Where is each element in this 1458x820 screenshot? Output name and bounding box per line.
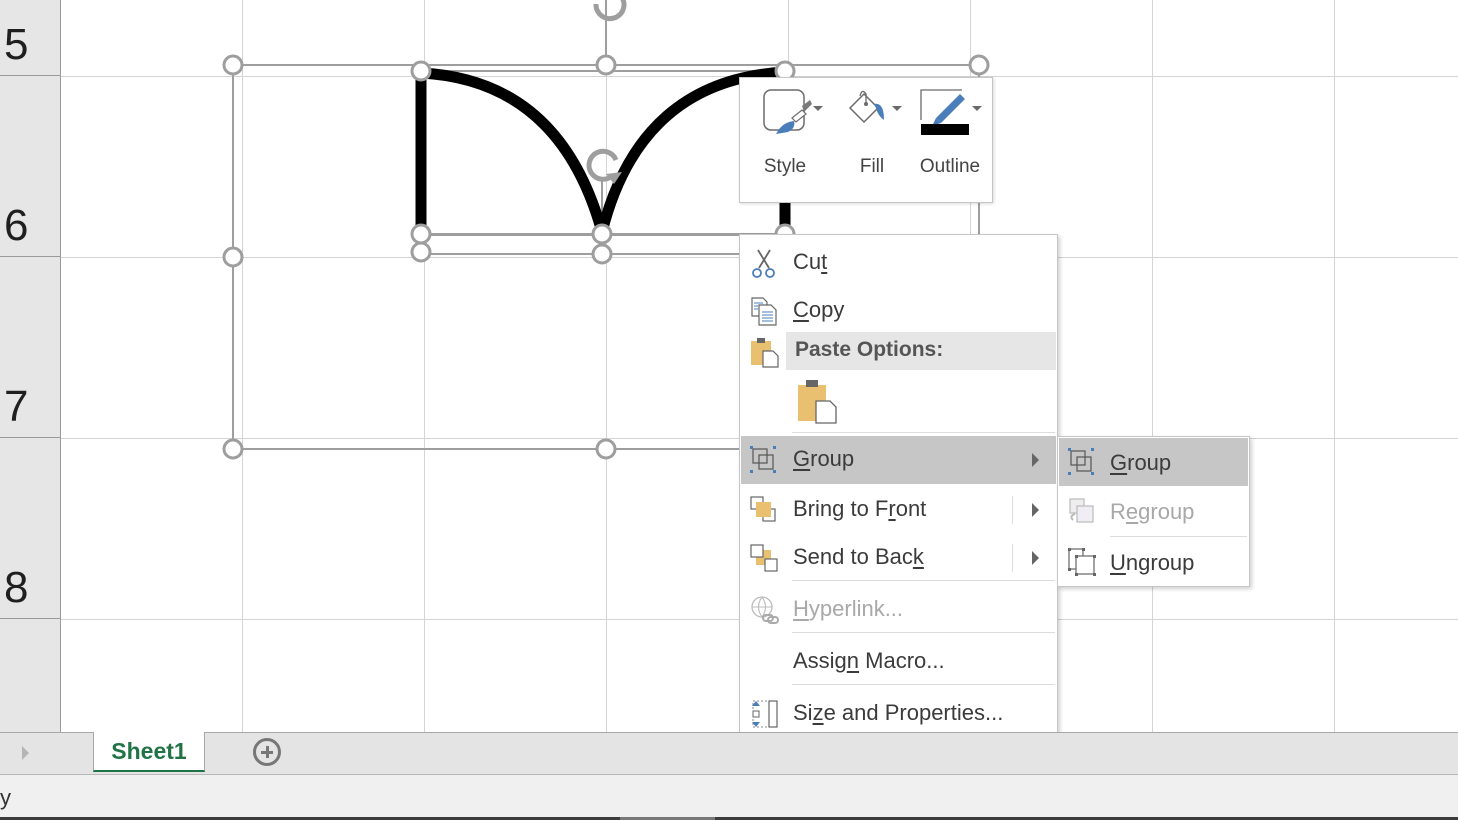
menu-item-copy[interactable]: Copy xyxy=(741,287,1056,333)
submenu-item-ungroup[interactable]: Ungroup xyxy=(1059,538,1248,586)
menu-item-label: Copy xyxy=(793,297,845,322)
menu-item-label: Group xyxy=(793,446,855,471)
submenu-arrow-icon[interactable] xyxy=(1032,503,1039,517)
resize-handle[interactable] xyxy=(591,243,613,265)
resize-handle[interactable] xyxy=(410,241,432,263)
fill-button[interactable]: Fill xyxy=(832,78,912,202)
row-header-7[interactable]: 7 xyxy=(0,257,60,438)
row-header-6[interactable]: 6 xyxy=(0,76,60,257)
chevron-down-icon xyxy=(813,106,823,111)
split-divider xyxy=(1012,496,1013,524)
paste-icon xyxy=(751,338,779,368)
menu-item-label: Regroup xyxy=(1110,499,1195,524)
submenu-arrow-icon xyxy=(1032,453,1039,467)
scissors-icon xyxy=(752,249,775,278)
style-button[interactable]: Style xyxy=(750,78,823,202)
menu-item-group[interactable]: Group xyxy=(741,436,1056,484)
menu-separator xyxy=(792,432,1055,433)
rotate-handle-icon[interactable] xyxy=(593,0,627,22)
paste-option-keep-formatting[interactable] xyxy=(796,379,842,427)
add-sheet-icon[interactable] xyxy=(253,738,281,766)
shape-style-icon xyxy=(763,89,812,134)
resize-handle[interactable] xyxy=(222,54,244,76)
copy-icon xyxy=(751,297,777,326)
chevron-down-icon xyxy=(972,106,982,111)
menu-item-label: Bring to Front xyxy=(793,496,927,521)
ungroup-icon xyxy=(1068,548,1096,576)
resize-handle[interactable] xyxy=(591,223,613,245)
send-to-back-icon xyxy=(750,544,778,572)
resize-handle[interactable] xyxy=(222,246,244,268)
menu-item-label: Assign Macro... xyxy=(793,648,945,673)
hyperlink-icon xyxy=(751,596,779,624)
submenu-arrow-icon[interactable] xyxy=(1032,551,1039,565)
submenu-item-group[interactable]: Group xyxy=(1059,438,1248,486)
menu-item-bring-to-front[interactable]: Bring to Front xyxy=(741,486,1056,532)
regroup-icon xyxy=(1069,498,1094,523)
group-icon xyxy=(1068,448,1094,475)
mini-toolbar: Style Fill Outline xyxy=(739,77,993,203)
outline-button[interactable]: Outline xyxy=(908,78,992,202)
resize-handle[interactable] xyxy=(968,54,990,76)
group-submenu: Group Regroup Ungroup xyxy=(1057,436,1250,587)
status-bar: y xyxy=(0,775,1458,820)
menu-item-hyperlink[interactable]: Hyperlink... xyxy=(741,586,1056,632)
chevron-down-icon xyxy=(892,106,902,111)
menu-item-assign-macro[interactable]: Assign Macro... xyxy=(741,638,1056,684)
menu-item-send-to-back[interactable]: Send to Back xyxy=(741,534,1056,580)
menu-item-label: Hyperlink... xyxy=(793,596,904,621)
grid-line xyxy=(242,0,243,732)
resize-handle[interactable] xyxy=(410,223,432,245)
menu-separator xyxy=(792,580,1055,581)
row-header-5[interactable]: 5 xyxy=(0,0,60,76)
size-properties-icon xyxy=(752,700,778,728)
menu-item-label: Send to Back xyxy=(793,544,924,569)
split-divider xyxy=(1012,544,1013,572)
resize-handle[interactable] xyxy=(595,54,617,76)
resize-handle[interactable] xyxy=(222,438,244,460)
menu-item-label: Size and Properties... xyxy=(793,700,1004,725)
menu-separator xyxy=(792,632,1055,633)
grid-line xyxy=(1152,0,1153,732)
menu-separator xyxy=(1110,536,1247,537)
menu-item-cut[interactable]: Cut xyxy=(741,239,1056,285)
menu-item-label: Ungroup xyxy=(1110,550,1195,575)
row-headers: 5 6 7 8 xyxy=(0,0,61,732)
bring-to-front-icon xyxy=(750,496,776,522)
resize-handle[interactable] xyxy=(410,60,432,82)
grid-line xyxy=(606,0,607,732)
menu-item-label: Group xyxy=(1110,450,1172,475)
paint-bucket-icon xyxy=(848,90,884,124)
row-header-8[interactable]: 8 xyxy=(0,438,60,619)
context-menu: Cut Copy Paste Options: Group Bring to F… xyxy=(739,234,1058,785)
sheet-tab-bar: Sheet1 xyxy=(0,732,1458,775)
menu-item-size-and-properties[interactable]: Size and Properties... xyxy=(741,690,1056,736)
scroll-tabs-right-icon[interactable] xyxy=(22,746,29,760)
sheet-tab-sheet1[interactable]: Sheet1 xyxy=(93,732,205,772)
menu-item-label: Cut xyxy=(793,249,828,274)
paste-options-header: Paste Options: xyxy=(786,332,1056,370)
submenu-item-regroup[interactable]: Regroup xyxy=(1059,487,1248,535)
group-icon xyxy=(750,446,776,473)
status-text: y xyxy=(0,785,11,810)
resize-handle[interactable] xyxy=(595,438,617,460)
pen-outline-icon xyxy=(920,89,969,135)
paste-clipboard-icon xyxy=(798,380,837,424)
grid-line xyxy=(1334,0,1335,732)
menu-separator xyxy=(792,684,1055,685)
